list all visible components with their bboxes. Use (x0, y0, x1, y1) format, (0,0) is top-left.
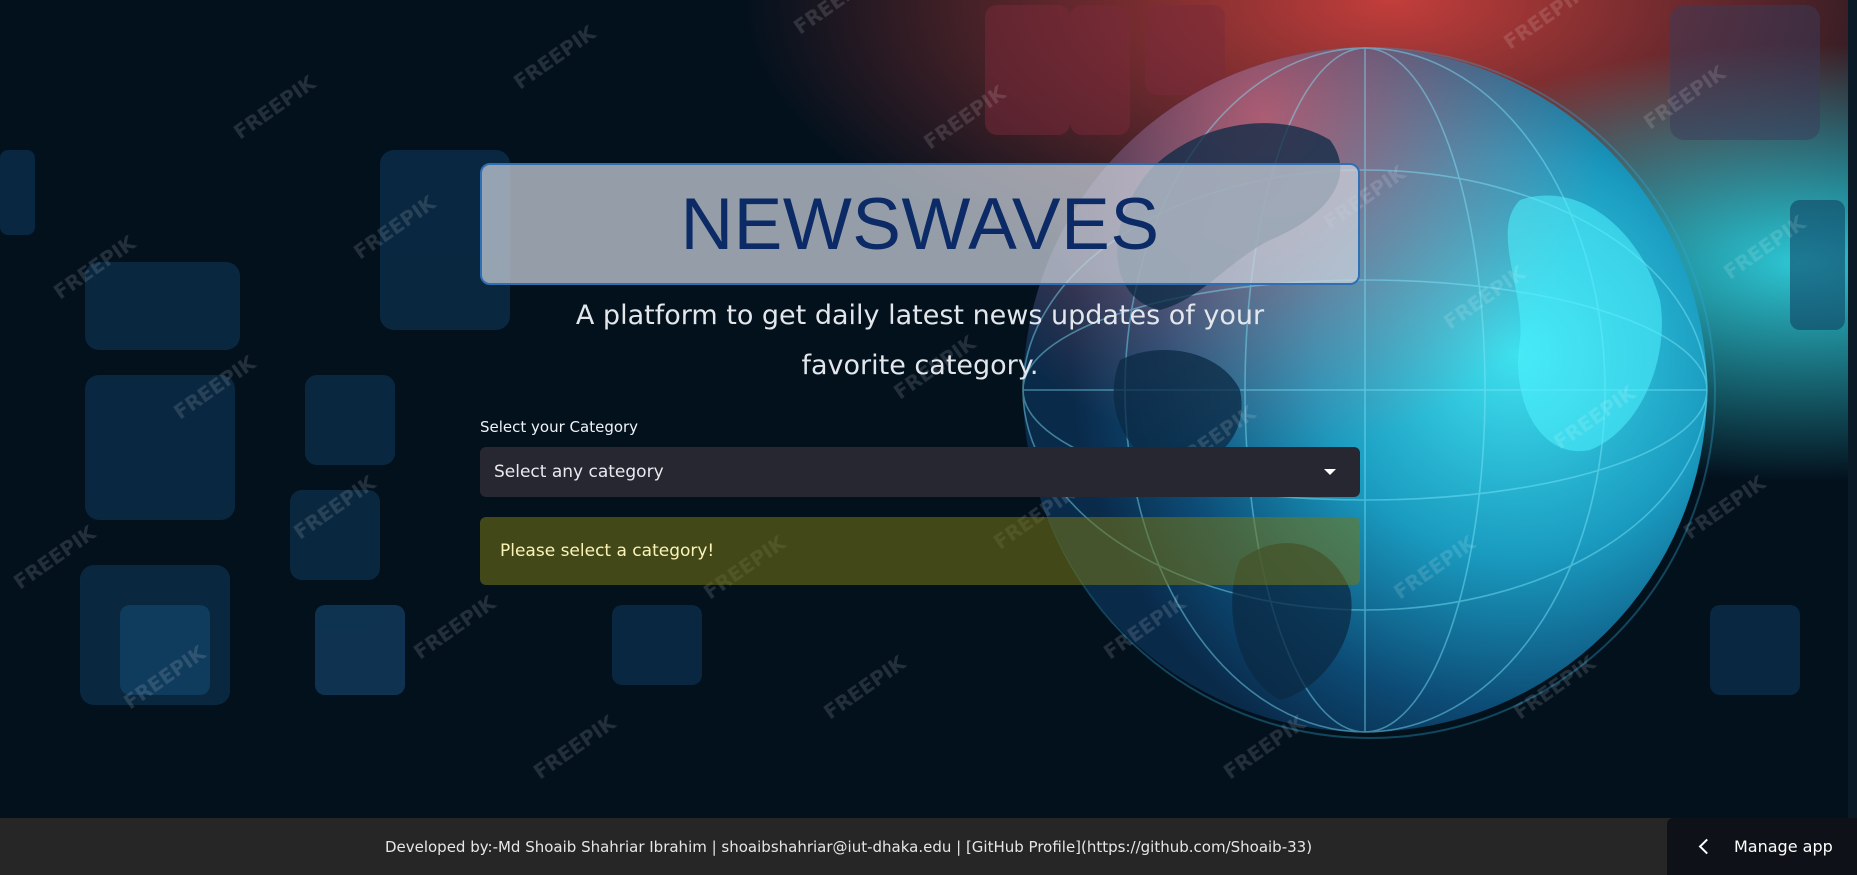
category-select[interactable]: Select any category (480, 447, 1360, 497)
category-select-label: Select your Category (480, 418, 639, 436)
page-title: NEWSWAVES (680, 183, 1160, 265)
footer-credits: Developed by:-Md Shoaib Shahriar Ibrahim… (384, 837, 1313, 856)
manage-app-button[interactable]: Manage app (1667, 818, 1857, 875)
page-subtitle: A platform to get daily latest news upda… (575, 300, 1265, 381)
warning-alert-text: Please select a category! (500, 541, 715, 561)
chevron-left-icon (1698, 838, 1715, 855)
caret-down-icon[interactable] (1324, 469, 1336, 475)
app-root: FREEPIK FREEPIK FREEPIK FREEPIK FREEPIK … (0, 0, 1857, 875)
main-content: NEWSWAVES A platform to get daily latest… (480, 163, 1360, 585)
category-select-value: Select any category (494, 462, 664, 482)
title-banner: NEWSWAVES (480, 163, 1360, 285)
footer: Developed by:-Md Shoaib Shahriar Ibrahim… (0, 818, 1857, 875)
warning-alert: Please select a category! (480, 517, 1360, 585)
right-edge-strip (1848, 0, 1857, 875)
manage-app-label: Manage app (1734, 837, 1833, 856)
